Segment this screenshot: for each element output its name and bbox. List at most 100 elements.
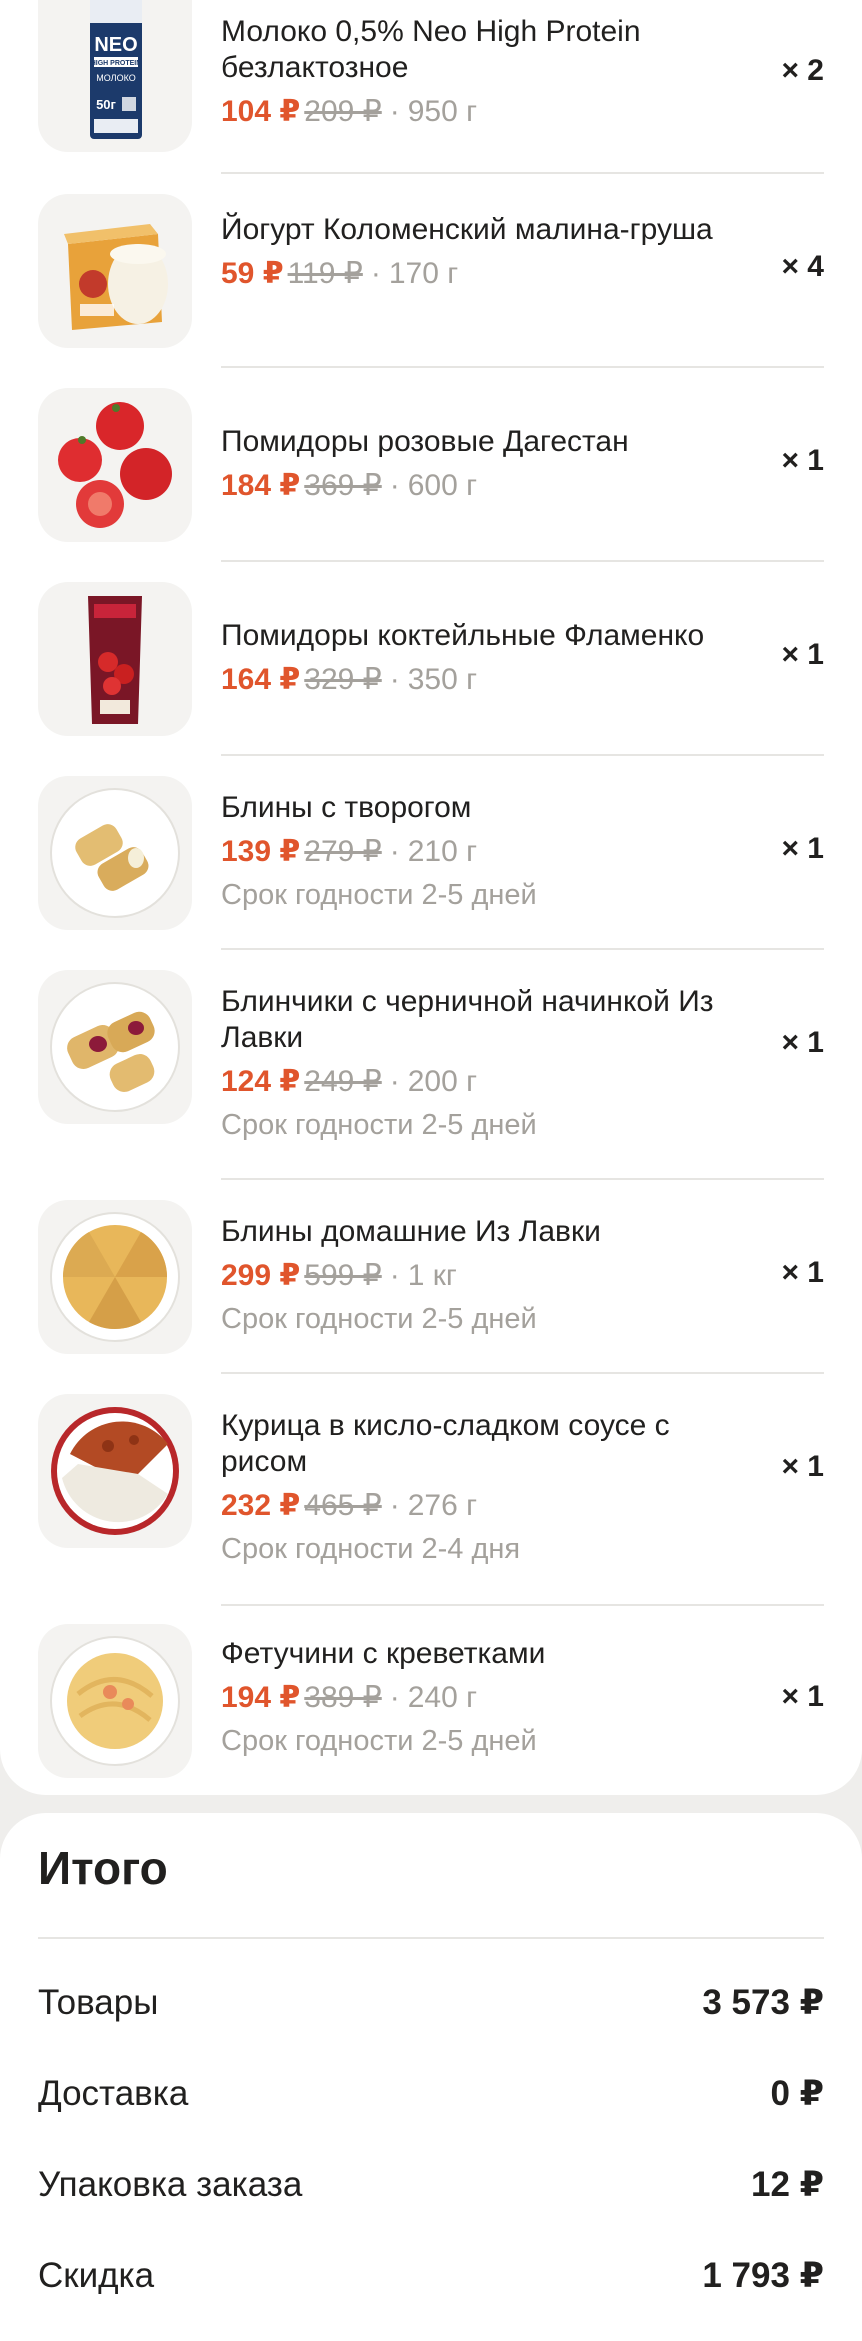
price-current: 59 ₽: [221, 257, 284, 290]
summary-row-goods: Товары 3 573 ₽: [38, 1978, 824, 2028]
quantity-label[interactable]: × 1: [781, 444, 824, 478]
product-weight: 170 г: [388, 257, 459, 290]
product-name: Курица в кисло-сладком соусе с рисом: [221, 1409, 670, 1478]
expiry-note: Срок годности 2-5 дней: [221, 1109, 537, 1141]
separator-dot: ·: [389, 835, 400, 868]
quantity-label[interactable]: × 2: [781, 54, 824, 88]
divider: [221, 1372, 824, 1374]
product-image-milk[interactable]: NEO HIGH PROTEIN МОЛОКО 50г: [38, 0, 192, 152]
product-weight: 950 г: [407, 95, 478, 128]
price-old: 329 ₽: [304, 663, 382, 696]
product-image-fettuccine[interactable]: [38, 1624, 192, 1778]
quantity-label[interactable]: × 1: [781, 832, 824, 866]
separator-dot: ·: [370, 257, 381, 290]
separator-dot: ·: [389, 1681, 400, 1714]
price-line: 184 ₽369 ₽ · 600 г: [221, 466, 741, 506]
quantity-label[interactable]: × 1: [781, 638, 824, 672]
price-line: 124 ₽249 ₽ · 200 г: [221, 1062, 741, 1102]
price-old: 279 ₽: [304, 835, 382, 868]
yogurt-cup-image: [64, 224, 168, 330]
milk-line-text: HIGH PROTEIN: [91, 60, 142, 67]
price-old: 119 ₽: [287, 257, 363, 290]
summary-title: Итого: [38, 1842, 168, 1894]
expiry-note: Срок годности 2-5 дней: [221, 1725, 537, 1757]
quantity-label[interactable]: × 4: [781, 250, 824, 284]
price-old: 599 ₽: [304, 1259, 382, 1292]
product-name: Блинчики с черничной начинкой Из Лавки: [221, 985, 714, 1054]
quantity-label[interactable]: × 1: [781, 1680, 824, 1714]
summary-label: Скидка: [38, 2256, 155, 2295]
price-current: 139 ₽: [221, 835, 301, 868]
milk-brand-text: NEO: [94, 34, 137, 56]
product-weight: 210 г: [407, 835, 478, 868]
separator-dot: ·: [389, 663, 400, 696]
product-weight: 276 г: [407, 1489, 478, 1522]
price-line: 139 ₽279 ₽ · 210 г: [221, 832, 741, 872]
product-image-blueberry-pancakes[interactable]: [38, 970, 192, 1124]
milk-carton-image: NEO HIGH PROTEIN МОЛОКО 50г: [90, 0, 142, 139]
price-current: 124 ₽: [221, 1065, 301, 1098]
divider: [221, 172, 824, 174]
summary-label: Доставка: [38, 2074, 189, 2113]
expiry-note: Срок годности 2-5 дней: [221, 1303, 537, 1335]
product-name: Помидоры коктейльные Фламенко: [221, 619, 705, 652]
divider: [221, 948, 824, 950]
homemade-pancakes-image: [50, 1212, 180, 1342]
blueberry-pancakes-image: [50, 982, 180, 1112]
product-weight: 240 г: [407, 1681, 478, 1714]
pink-tomatoes-image: [58, 402, 172, 528]
product-weight: 1 кг: [407, 1259, 457, 1292]
product-name: Фетучини с креветками: [221, 1637, 546, 1670]
price-old: 465 ₽: [304, 1489, 382, 1522]
price-line: 104 ₽209 ₽ · 950 г: [221, 92, 741, 132]
cart-items-card: NEO HIGH PROTEIN МОЛОКО 50г Молоко 0,5% …: [0, 0, 862, 1795]
separator-dot: ·: [389, 469, 400, 502]
product-image-cocktail-tomatoes[interactable]: [38, 582, 192, 736]
product-weight: 600 г: [407, 469, 478, 502]
product-image-yogurt[interactable]: [38, 194, 192, 348]
divider: [221, 1178, 824, 1180]
price-line: 194 ₽389 ₽ · 240 г: [221, 1678, 741, 1718]
price-line: 299 ₽599 ₽ · 1 кг: [221, 1256, 741, 1296]
divider: [221, 560, 824, 562]
product-name: Блины с творогом: [221, 791, 472, 824]
product-image-pancakes-cottage[interactable]: [38, 776, 192, 930]
divider: [221, 366, 824, 368]
product-name: Помидоры розовые Дагестан: [221, 425, 629, 458]
product-image-homemade-pancakes[interactable]: [38, 1200, 192, 1354]
sweet-sour-chicken-rice-image: [51, 1407, 179, 1535]
product-image-pink-tomatoes[interactable]: [38, 388, 192, 542]
expiry-note: Срок годности 2-4 дня: [221, 1533, 521, 1565]
summary-row-delivery: Доставка 0 ₽: [38, 2069, 824, 2119]
price-current: 232 ₽: [221, 1489, 301, 1522]
quantity-label[interactable]: × 1: [781, 1026, 824, 1060]
price-current: 184 ₽: [221, 469, 301, 502]
fettuccine-shrimp-image: [50, 1636, 180, 1766]
quantity-label[interactable]: × 1: [781, 1450, 824, 1484]
milk-product-text: МОЛОКО: [96, 73, 135, 83]
product-name: Блины домашние Из Лавки: [221, 1215, 601, 1248]
pancakes-cottage-cheese-image: [50, 788, 180, 918]
price-old: 249 ₽: [304, 1065, 382, 1098]
price-line: 232 ₽465 ₽ · 276 г: [221, 1486, 741, 1526]
summary-label: Товары: [38, 1983, 159, 2022]
price-current: 104 ₽: [221, 95, 301, 128]
price-line: 164 ₽329 ₽ · 350 г: [221, 660, 741, 700]
divider: [221, 754, 824, 756]
summary-row-packaging: Упаковка заказа 12 ₽: [38, 2160, 824, 2210]
separator-dot: ·: [389, 1065, 400, 1098]
summary-label: Упаковка заказа: [38, 2165, 303, 2204]
product-name: Йогурт Коломенский малина-груша: [221, 213, 713, 246]
summary-value: 12 ₽: [750, 2165, 824, 2204]
price-old: 389 ₽: [304, 1681, 382, 1714]
summary-value: 1 793 ₽: [702, 2256, 824, 2295]
quantity-label[interactable]: × 1: [781, 1256, 824, 1290]
price-line: 59 ₽119 ₽ · 170 г: [221, 254, 741, 294]
product-image-chicken-rice[interactable]: [38, 1394, 192, 1548]
price-old: 369 ₽: [304, 469, 382, 502]
expiry-note: Срок годности 2-5 дней: [221, 879, 537, 911]
separator-dot: ·: [389, 95, 400, 128]
divider: [38, 1937, 824, 1939]
separator-dot: ·: [389, 1259, 400, 1292]
divider: [221, 1604, 824, 1606]
